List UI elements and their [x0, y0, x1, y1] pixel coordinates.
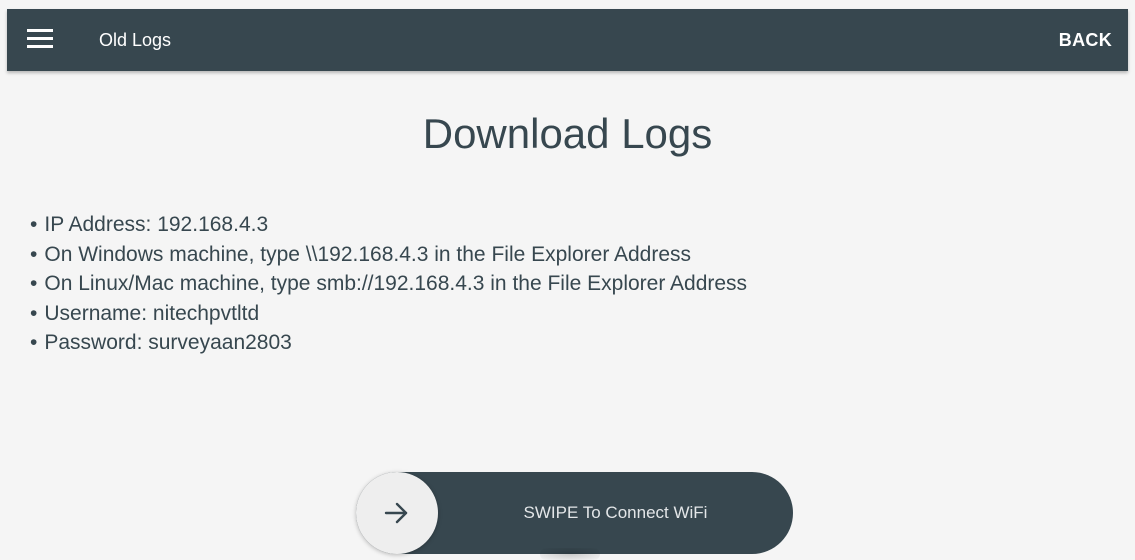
bullet: •: [30, 272, 38, 295]
swipe-shadow: [540, 548, 600, 560]
linux-mac-instructions-text: On Linux/Mac machine, type smb://192.168…: [44, 272, 748, 295]
list-item-ip-address: • IP Address: 192.168.4.3: [30, 210, 747, 240]
bullet: •: [30, 242, 38, 266]
swipe-handle[interactable]: [356, 472, 438, 554]
swipe-to-connect-wifi-slider[interactable]: SWIPE To Connect WiFi: [356, 472, 793, 554]
bullet: •: [30, 213, 38, 236]
page-title: Download Logs: [422, 110, 713, 157]
username-text: Username: nitechpvtltd: [44, 301, 260, 325]
app-bar-title: Old Logs: [99, 30, 172, 50]
arrow-right-icon: [384, 502, 408, 524]
hamburger-menu-icon[interactable]: [27, 28, 53, 50]
password-text: Password: surveyaan2803: [44, 331, 292, 354]
swipe-label: SWIPE To Connect WiFi: [523, 503, 708, 522]
ip-address-text: IP Address: 192.168.4.3: [44, 213, 269, 236]
windows-instructions-text: On Windows machine, type \\192.168.4.3 i…: [44, 242, 692, 266]
back-button[interactable]: BACK: [1059, 29, 1112, 51]
list-item-windows-instructions: • On Windows machine, type \\192.168.4.3 …: [30, 240, 747, 270]
app-bar: Old Logs BACK: [7, 9, 1128, 71]
connection-info-list: • IP Address: 192.168.4.3 • On Windows mac…: [30, 210, 747, 358]
bullet: •: [30, 301, 38, 325]
list-item-password: • Password: surveyaan2803: [30, 328, 747, 358]
bullet: •: [30, 331, 38, 354]
list-item-linux-mac-instructions: • On Linux/Mac machine, type smb://192.16…: [30, 269, 747, 299]
list-item-username: • Username: nitechpvtltd: [30, 299, 747, 329]
